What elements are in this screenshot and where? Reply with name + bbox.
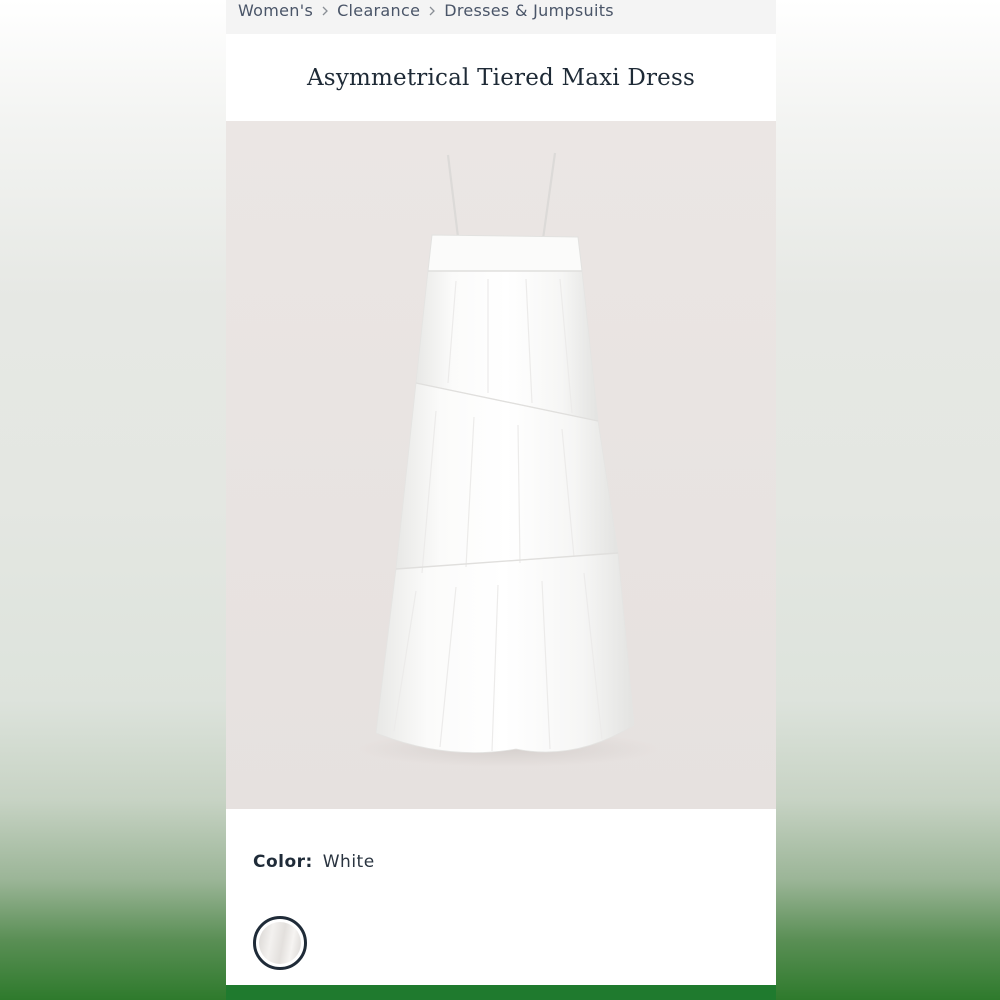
breadcrumb-item-womens[interactable]: Women's	[238, 0, 313, 22]
swatch-fabric-preview	[259, 922, 301, 964]
color-value: White	[322, 852, 375, 872]
chevron-right-icon	[420, 0, 444, 22]
color-swatch-white[interactable]	[253, 916, 307, 970]
add-to-bag-bar[interactable]	[226, 985, 776, 1000]
dress-illustration	[226, 121, 776, 809]
product-page: Women's Clearance Dresses & Jumpsuits As…	[226, 0, 776, 1000]
product-image[interactable]	[226, 121, 776, 809]
chevron-right-icon	[313, 0, 337, 22]
color-label: Color:	[253, 852, 313, 872]
title-bar: Asymmetrical Tiered Maxi Dress	[226, 34, 776, 121]
breadcrumb: Women's Clearance Dresses & Jumpsuits	[226, 0, 776, 34]
color-selection: Color: White	[253, 852, 375, 872]
breadcrumb-item-clearance[interactable]: Clearance	[337, 0, 420, 22]
breadcrumb-item-dresses-jumpsuits[interactable]: Dresses & Jumpsuits	[444, 0, 614, 22]
product-title: Asymmetrical Tiered Maxi Dress	[307, 64, 695, 91]
